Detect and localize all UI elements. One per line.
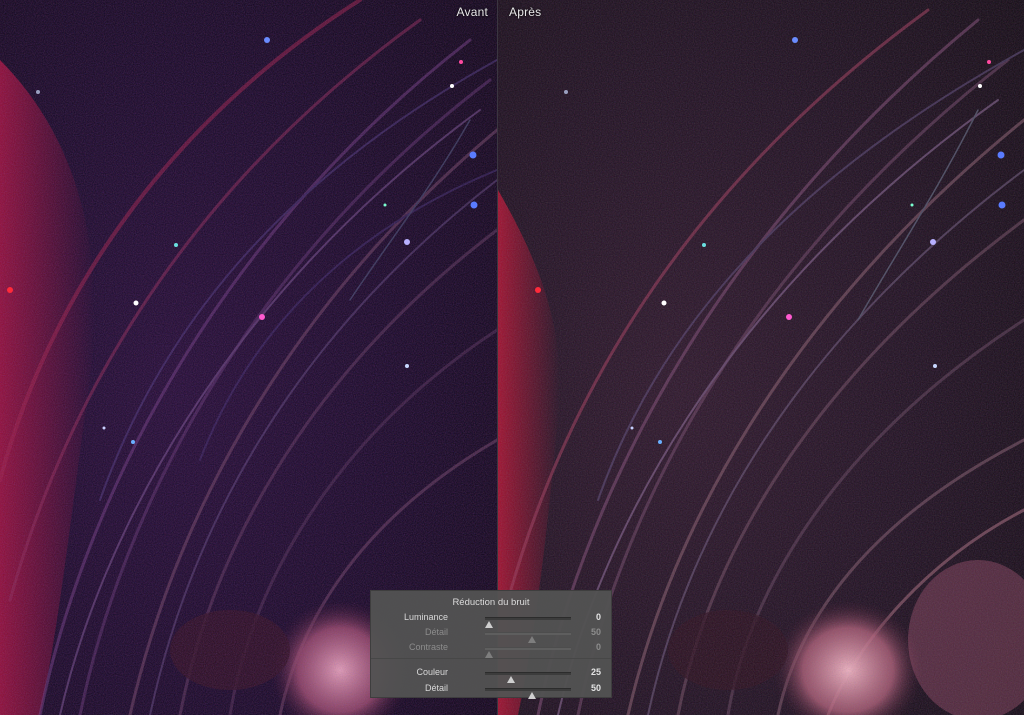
luminance-contrast-slider-track	[485, 647, 571, 658]
luminance-contrast-label: Contraste	[408, 642, 448, 652]
color-slider-row[interactable]: Couleur 25	[371, 666, 611, 683]
luminance-contrast-slider-row: Contraste 0	[371, 641, 611, 658]
luminance-contrast-value: 0	[595, 642, 601, 652]
color-detail-slider-track[interactable]	[485, 688, 571, 699]
color-slider-track[interactable]	[485, 672, 571, 683]
color-detail-label: Détail	[424, 683, 448, 693]
noise-reduction-panel: Réduction du bruit Luminance 0 Détail 50…	[370, 590, 612, 699]
luminance-detail-slider-row: Détail 50	[371, 626, 611, 643]
luminance-detail-value: 50	[590, 627, 601, 637]
after-label: Après	[509, 5, 542, 19]
noise-reduction-title: Réduction du bruit	[452, 597, 530, 608]
panel-separator	[371, 658, 611, 659]
luminance-slider-track[interactable]	[485, 617, 571, 628]
luminance-detail-slider-track	[485, 632, 571, 643]
color-value[interactable]: 25	[591, 667, 601, 677]
luminance-contrast-slider-thumb	[485, 651, 493, 658]
luminance-label: Luminance	[403, 612, 448, 622]
luminance-detail-label: Détail	[424, 627, 448, 637]
color-detail-slider-row[interactable]: Détail 50	[371, 682, 611, 699]
color-detail-slider-thumb[interactable]	[528, 692, 536, 699]
color-label: Couleur	[416, 667, 448, 677]
before-label: Avant	[456, 5, 488, 19]
before-after-view: Avant Après Réduction du bruit Luminance…	[0, 0, 1024, 715]
color-detail-value[interactable]: 50	[591, 683, 601, 693]
luminance-slider-row[interactable]: Luminance 0	[371, 611, 611, 628]
luminance-value[interactable]: 0	[596, 612, 601, 622]
